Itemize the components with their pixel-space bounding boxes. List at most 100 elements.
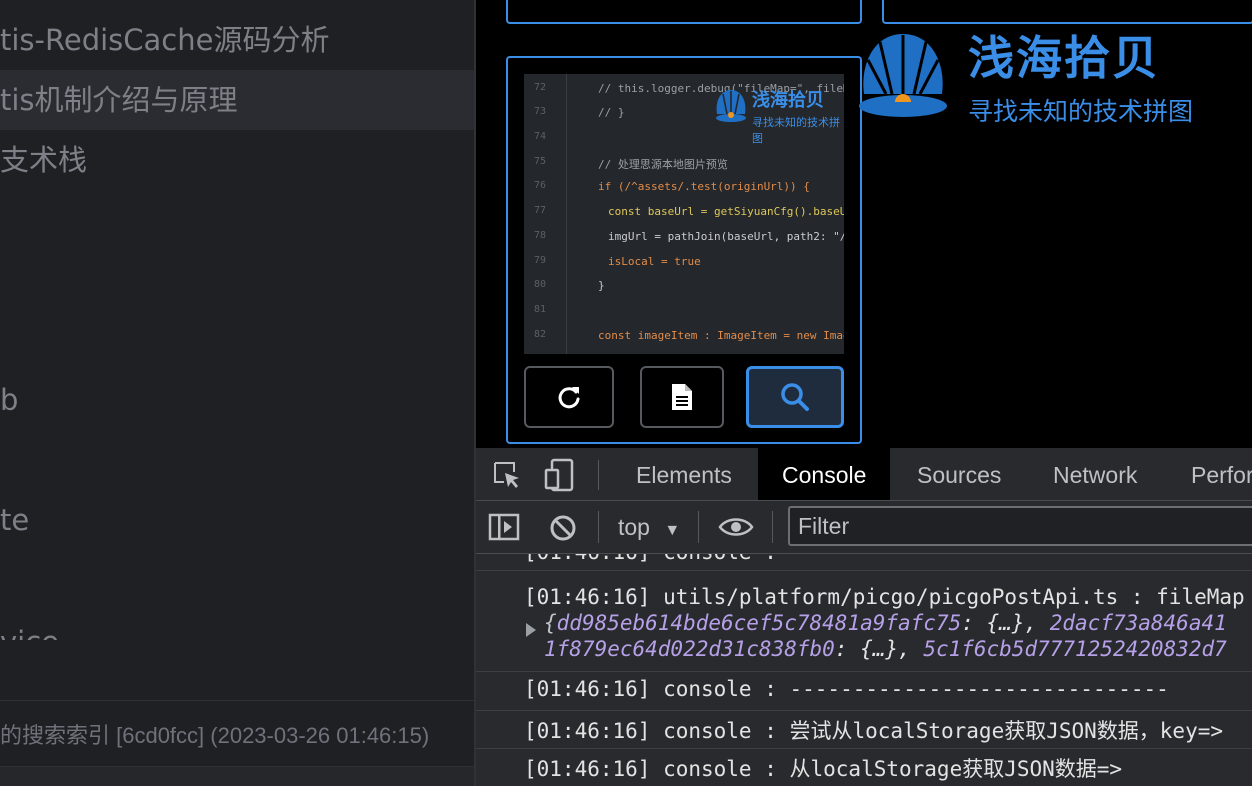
- search-icon: [781, 383, 809, 411]
- clear-console-icon[interactable]: [548, 513, 578, 543]
- message-text: [01:46:16] utils/platform/picgo/picgoPos…: [524, 585, 1245, 609]
- code-text: const imageItem : ImageItem = new ImageI…: [598, 329, 844, 342]
- console-message: [01:46:16] console : 尝试从localStorage获取JS…: [476, 710, 1252, 749]
- sidebar-item-rediscache[interactable]: tis-RedisCache源码分析: [0, 10, 474, 70]
- console-message: [01:46:16] utils/platform/picgo/picgoPos…: [476, 571, 1252, 672]
- sidebar-item-label: 支术栈: [0, 143, 88, 177]
- message-text: [01:46:16] console : 从localStorage获取JSON…: [524, 757, 1123, 781]
- code-text: isLocal = true: [608, 255, 701, 268]
- sidebar-item-b[interactable]: b: [0, 370, 474, 430]
- sidebar: tis-RedisCache源码分析 tis机制介绍与原理 支术栈 b te v…: [0, 0, 474, 786]
- object-value: : {…},: [834, 637, 924, 661]
- object-key: 2dacf73a846a41: [1049, 611, 1227, 635]
- context-selector[interactable]: top ▼: [618, 511, 680, 543]
- message-text: [01:46:16] console : -------------------…: [524, 677, 1169, 701]
- toolbar-divider: [598, 460, 599, 490]
- sidebar-item-label: te: [0, 503, 30, 537]
- tab-elements[interactable]: Elements: [636, 448, 732, 500]
- code-line: 80 }: [524, 279, 844, 303]
- image-card-above-1[interactable]: [506, 0, 862, 24]
- console-log[interactable]: [01:46:16] console : -------------------…: [476, 554, 1252, 786]
- brand-title: 浅海拾贝: [968, 31, 1160, 85]
- line-number: 78: [534, 230, 547, 241]
- code-text: imgUrl = pathJoin(baseUrl, path2: "/" + …: [608, 230, 844, 243]
- toolbar-divider: [598, 511, 599, 543]
- sidebar-item-label: tis-RedisCache源码分析: [0, 23, 330, 57]
- code-line: 78 imgUrl = pathJoin(baseUrl, path2: "/"…: [524, 230, 844, 254]
- object-key: 5c1f6cb5d7771252420832d7: [923, 637, 1227, 661]
- line-number: 79: [534, 255, 547, 266]
- line-number: 75: [534, 156, 547, 167]
- tab-network[interactable]: Network: [1053, 448, 1137, 500]
- toolbar-divider: [772, 511, 773, 543]
- object-preview[interactable]: {dd985eb614bde6cef5c78481a9fafc75: {…}, …: [544, 611, 1227, 635]
- filter-input[interactable]: [788, 506, 1252, 546]
- watermark-subtitle: 寻找未知的技术拼图: [752, 116, 840, 145]
- divider: [0, 700, 474, 701]
- code-text: const baseUrl = getSiyuanCfg().baseUrl: [608, 205, 844, 218]
- image-card-above-2[interactable]: [882, 0, 1252, 24]
- refresh-icon: [558, 387, 580, 409]
- expand-triangle-icon[interactable]: [526, 623, 536, 637]
- shell-logo-icon: [859, 34, 947, 117]
- watermark-title: 浅海拾贝: [752, 90, 824, 111]
- inspect-element-icon[interactable]: [492, 460, 522, 490]
- brand-subtitle: 寻找未知的技术拼图: [968, 97, 1194, 126]
- console-toolbar: top ▼: [476, 501, 1252, 554]
- image-thumbnail[interactable]: 72 // this.logger.debug("fileMap=", file…: [524, 74, 844, 354]
- tab-performance[interactable]: Perfor: [1191, 448, 1252, 500]
- code-line: 75 // 处理思源本地图片预览: [524, 156, 844, 180]
- object-value: : {…},: [961, 611, 1050, 635]
- eye-icon[interactable]: [718, 515, 754, 539]
- sidebar-clip: [0, 640, 474, 700]
- image-card[interactable]: 72 // this.logger.debug("fileMap=", file…: [506, 56, 862, 444]
- preview-button[interactable]: [746, 366, 844, 428]
- devtools-tab-bar: Elements Console Sources Network Perfor: [476, 448, 1252, 501]
- preview-area: 72 // this.logger.debug("fileMap=", file…: [476, 0, 1252, 448]
- line-number: 80: [534, 279, 547, 290]
- sidebar-toggle-icon[interactable]: [488, 513, 520, 541]
- shell-logo-icon: [716, 90, 746, 122]
- line-number: 81: [534, 304, 547, 315]
- line-number: 77: [534, 205, 547, 216]
- object-key: 1f879ec64d022d31c838fb0: [544, 637, 835, 661]
- line-number: 73: [534, 106, 547, 117]
- code-line: 76 if (/^assets/.test(originUrl)) {: [524, 180, 844, 204]
- code-text: // 处理思源本地图片预览: [598, 158, 728, 171]
- code-line: 77 const baseUrl = getSiyuanCfg().baseUr…: [524, 205, 844, 229]
- object-preview[interactable]: 1f879ec64d022d31c838fb0: {…}, 5c1f6cb5d7…: [544, 637, 1227, 661]
- line-number: 72: [534, 82, 547, 93]
- devtools-panel: Elements Console Sources Network Perfor …: [476, 448, 1252, 786]
- console-message: [01:46:16] console : -------------------…: [476, 672, 1252, 711]
- sidebar-item-techstack[interactable]: 支术栈: [0, 130, 474, 190]
- sidebar-footer: [0, 766, 474, 786]
- message-text: [01:46:16] console : -------------------…: [524, 554, 1169, 564]
- chevron-down-icon: ▼: [664, 522, 681, 539]
- tab-sources[interactable]: Sources: [917, 448, 1001, 500]
- code-line: 82 const imageItem : ImageItem = new Ima…: [524, 329, 844, 353]
- code-text: if (/^assets/.test(originUrl)) {: [598, 180, 810, 193]
- tab-console[interactable]: Console: [758, 448, 891, 500]
- console-message: [01:46:16] console : 从localStorage获取JSON…: [476, 748, 1252, 786]
- details-button[interactable]: [640, 366, 724, 428]
- refresh-button[interactable]: [524, 366, 614, 428]
- sidebar-item-te[interactable]: te: [0, 490, 474, 550]
- object-key: dd985eb614bde6cef5c78481a9fafc75: [556, 611, 962, 635]
- line-number: 76: [534, 180, 547, 191]
- sidebar-item-label: tis机制介绍与原理: [0, 83, 238, 117]
- file-icon: [672, 384, 692, 410]
- code-line: 79 isLocal = true: [524, 255, 844, 279]
- message-text: [01:46:16] console : 尝试从localStorage获取JS…: [524, 719, 1224, 743]
- device-toolbar-icon[interactable]: [544, 458, 576, 492]
- context-label: top: [618, 514, 650, 540]
- toolbar-divider: [698, 511, 699, 543]
- code-text: // }: [598, 106, 625, 119]
- sidebar-item-mechanism[interactable]: tis机制介绍与原理: [0, 70, 474, 130]
- console-message: [01:46:16] console : -------------------…: [476, 554, 1252, 571]
- code-text: }: [598, 279, 605, 292]
- line-number: 82: [534, 329, 547, 340]
- status-text: 的搜索索引 [6cd0fcc] (2023-03-26 01:46:15): [0, 723, 430, 748]
- sidebar-item-label: b: [0, 383, 19, 417]
- code-line: 81: [524, 304, 844, 328]
- line-number: 74: [534, 131, 547, 142]
